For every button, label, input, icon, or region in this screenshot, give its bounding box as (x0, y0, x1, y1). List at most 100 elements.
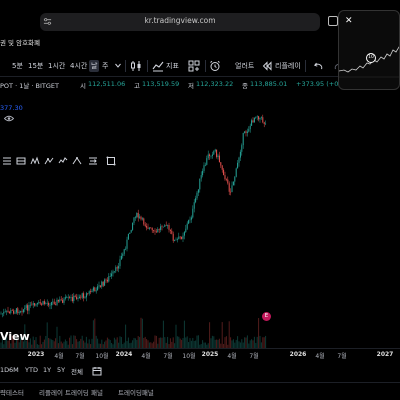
candle-body (174, 239, 176, 241)
layout-grid-icon[interactable] (188, 60, 200, 72)
candle-body (57, 299, 59, 302)
candle-body (179, 236, 181, 238)
calendar-icon[interactable] (92, 366, 102, 376)
indicators-icon[interactable] (152, 60, 164, 72)
interval-week[interactable]: 주 (102, 61, 108, 71)
candle-body (42, 301, 44, 305)
url-text[interactable]: kr.tradingview.com (40, 16, 320, 25)
symbol-name[interactable]: POT · 1날 · BITGET (0, 80, 59, 90)
volume-bar (256, 336, 258, 348)
volume-bar (178, 336, 180, 348)
volume-bar (94, 318, 96, 348)
tabs-icon[interactable] (328, 16, 338, 26)
date-range-icon[interactable] (88, 156, 98, 166)
interval-day[interactable]: 날 (89, 60, 100, 72)
candle-body (161, 226, 163, 228)
alarm-clock-icon[interactable] (209, 60, 221, 72)
range-6m[interactable]: 6M (9, 366, 19, 374)
replay-10-icon[interactable]: 10 (366, 53, 376, 63)
projection-icon[interactable] (72, 156, 82, 166)
tab-strategy-tester[interactable]: 략테스터 (0, 387, 24, 397)
candle-body (109, 276, 111, 277)
volume-bar (186, 336, 188, 348)
candles-icon[interactable] (130, 60, 142, 72)
nav-menu-item[interactable]: 권 및 암호화폐 (0, 37, 40, 47)
candle-body (39, 302, 41, 304)
candle-body (175, 239, 177, 241)
candle-body (108, 276, 110, 282)
close-icon[interactable]: ✕ (345, 17, 353, 26)
address-bar[interactable]: kr.tradingview.com (40, 13, 356, 31)
zigzag-icon[interactable] (44, 156, 54, 166)
volume-bar (214, 339, 216, 348)
candle-body (192, 208, 194, 218)
interval-4h[interactable]: 4시간 (70, 61, 87, 71)
candle-body (69, 297, 71, 298)
volume-bar (76, 339, 78, 348)
volume-bar (119, 336, 121, 348)
candle-body (150, 227, 152, 229)
candle-body (77, 298, 79, 299)
candle-body (136, 212, 138, 218)
tab-trading-panel[interactable]: 트레이딩패널 (118, 387, 154, 397)
time-label: 2026 (289, 351, 307, 358)
menu-icon[interactable] (2, 156, 12, 166)
interval-15m[interactable]: 15분 (28, 61, 43, 71)
volume-bar (120, 337, 122, 348)
candle-body (249, 125, 251, 130)
volume-bar (213, 336, 215, 348)
candle-body (71, 297, 73, 302)
candle-body (211, 154, 213, 156)
indicators-button[interactable]: 지표 (166, 61, 179, 71)
candle-body (223, 169, 225, 176)
undo-icon[interactable] (313, 61, 323, 71)
elliott-wave-icon[interactable] (58, 156, 68, 166)
candle-body (252, 120, 254, 123)
alert-button[interactable]: 얼러트 (235, 61, 254, 71)
range-all[interactable]: 전체 (71, 366, 83, 376)
volume-bar (97, 338, 99, 348)
candle-body (231, 185, 233, 193)
candle-body (196, 192, 198, 199)
volume-bar (172, 337, 174, 348)
picture-in-picture-window[interactable]: ✕ 10 (338, 10, 400, 90)
tab-replay-trading-panel[interactable]: 리플레이 트레이딩 패널 (39, 387, 103, 397)
candle-body (66, 297, 68, 298)
interval-1h[interactable]: 1시간 (48, 61, 65, 71)
candle-body (11, 310, 13, 311)
volume-bar (221, 322, 223, 348)
candle-body (0, 313, 2, 315)
candle-body (122, 253, 124, 256)
candle-body (17, 308, 19, 314)
range-1d[interactable]: 1D (0, 366, 9, 374)
range-5y[interactable]: 5Y (57, 366, 65, 374)
range-1y[interactable]: 1Y (43, 366, 51, 374)
pattern-icon[interactable] (30, 156, 40, 166)
volume-bar (225, 336, 227, 348)
volume-bar (50, 339, 52, 348)
candle-body (218, 155, 220, 163)
volume-bar (49, 338, 51, 348)
replay-button[interactable]: 리플레이 (275, 61, 301, 71)
volume-bar (113, 337, 115, 348)
interval-5m[interactable]: 5분 (12, 61, 23, 71)
long-position-icon[interactable] (16, 156, 26, 166)
volume-bar (101, 339, 103, 348)
candle-body (10, 310, 12, 314)
volume-bar (230, 337, 232, 348)
volume-bar (91, 338, 93, 348)
time-axis[interactable]: 2023 4월 7월 10월 2024 4월 7월 10월 2025 4월 7월… (0, 348, 400, 360)
chevron-down-icon[interactable] (115, 63, 121, 68)
close-value: 113,885.01 (250, 80, 288, 88)
frame-icon[interactable] (106, 156, 116, 166)
candle-body (43, 301, 45, 305)
candle-body (186, 223, 188, 229)
volume-bar (158, 337, 160, 348)
range-ytd[interactable]: YTD (25, 366, 38, 374)
candle-body (151, 227, 153, 231)
rewind-icon[interactable] (262, 61, 272, 71)
event-badge[interactable]: E (262, 312, 271, 321)
candlestick-chart[interactable] (0, 96, 400, 348)
volume-bar (253, 336, 255, 348)
candle-body (144, 224, 146, 227)
